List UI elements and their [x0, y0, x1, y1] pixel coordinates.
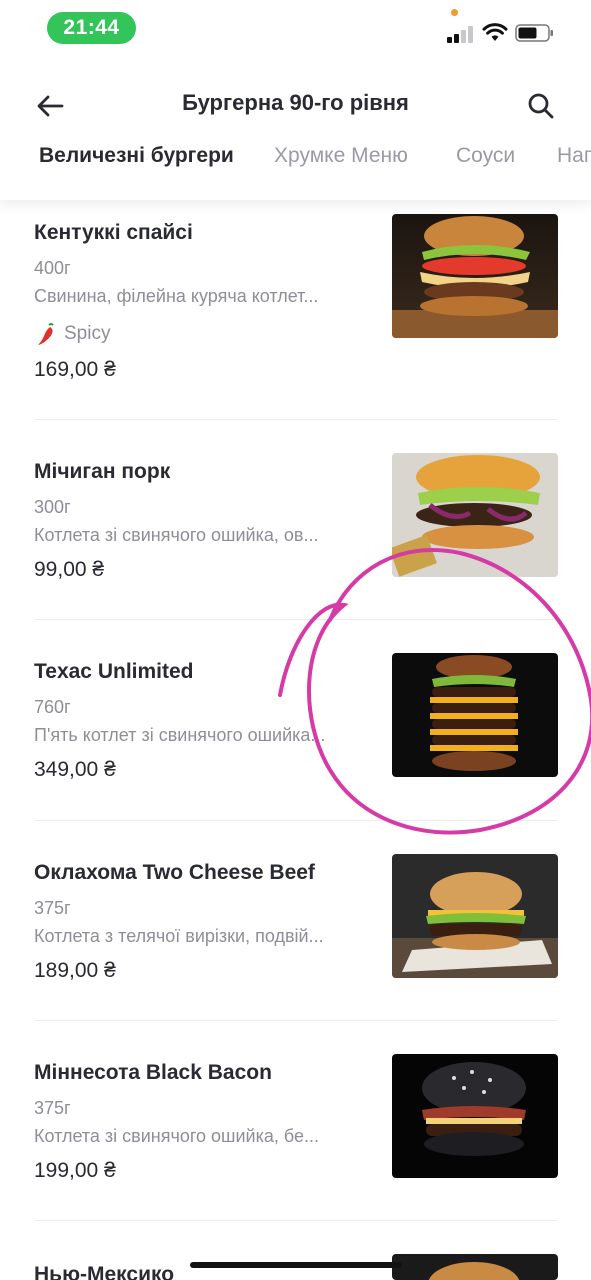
- item-weight: 760г: [34, 697, 71, 717]
- burger-image: [392, 1054, 558, 1178]
- item-price: 349,00 ₴: [34, 758, 116, 781]
- divider: [34, 820, 558, 821]
- spicy-label: Spicy: [64, 323, 111, 344]
- item-description: Котлета з телячої вирізки, подвій...: [34, 926, 324, 946]
- burger-image: [392, 214, 558, 338]
- item-weight: 400г: [34, 258, 71, 278]
- tab-drinks[interactable]: Напої: [557, 144, 591, 168]
- chili-pepper-icon: [38, 323, 54, 345]
- item-description: Котлета зі свинячого ошийка, ов...: [34, 525, 319, 545]
- item-name: Нью-Мексико: [34, 1263, 175, 1280]
- page-title: Бургерна 90-го рівня: [182, 90, 409, 115]
- tab-huge-burgers[interactable]: Величезні бургери: [39, 144, 234, 168]
- divider: [34, 619, 558, 620]
- burger-image: [392, 854, 558, 978]
- item-description: Котлета зі свинячого ошийка, бе...: [34, 1126, 320, 1146]
- item-name: Мічиган порк: [34, 460, 171, 483]
- search-icon: [528, 93, 554, 119]
- item-price: 199,00 ₴: [34, 1159, 116, 1182]
- divider: [34, 419, 558, 420]
- item-price: 189,00 ₴: [34, 959, 116, 982]
- burger-image: [392, 453, 558, 577]
- search-button[interactable]: [521, 86, 561, 126]
- battery-icon: [515, 24, 553, 42]
- item-name: Оклахома Two Cheese Beef: [34, 861, 315, 884]
- status-time: 21:44: [47, 12, 136, 44]
- item-description: Свинина, філейна куряча котлет...: [34, 286, 319, 306]
- item-weight: 375г: [34, 1098, 71, 1118]
- item-price: 99,00 ₴: [34, 558, 105, 581]
- signal-icon: [447, 26, 473, 43]
- wifi-icon: [482, 23, 508, 41]
- privacy-indicator-dot: [451, 9, 458, 16]
- burger-image: [392, 653, 558, 777]
- spicy-badge: Spicy: [34, 322, 110, 346]
- divider: [34, 1020, 558, 1021]
- item-description: П'ять котлет зі свинячого ошийка...: [34, 725, 326, 745]
- item-name: Texac Unlimited: [34, 660, 194, 683]
- item-weight: 375г: [34, 898, 71, 918]
- item-weight: 300г: [34, 497, 71, 517]
- item-name: Кентуккі спайсі: [34, 221, 193, 244]
- status-bar: 21:44: [0, 0, 591, 60]
- tab-crunchy-menu[interactable]: Хрумке Меню: [274, 144, 408, 168]
- burger-image: [392, 1254, 558, 1280]
- item-price: 169,00 ₴: [34, 358, 116, 381]
- app-header: Бургерна 90-го рівня Величезні бургери Х…: [0, 60, 591, 200]
- category-tabs: Величезні бургери Хрумке Меню Соуси Напо…: [0, 144, 591, 178]
- tab-sauces[interactable]: Соуси: [456, 144, 515, 168]
- item-name: Міннесота Black Bacon: [34, 1061, 272, 1084]
- divider: [34, 1220, 558, 1221]
- home-indicator: [190, 1262, 402, 1268]
